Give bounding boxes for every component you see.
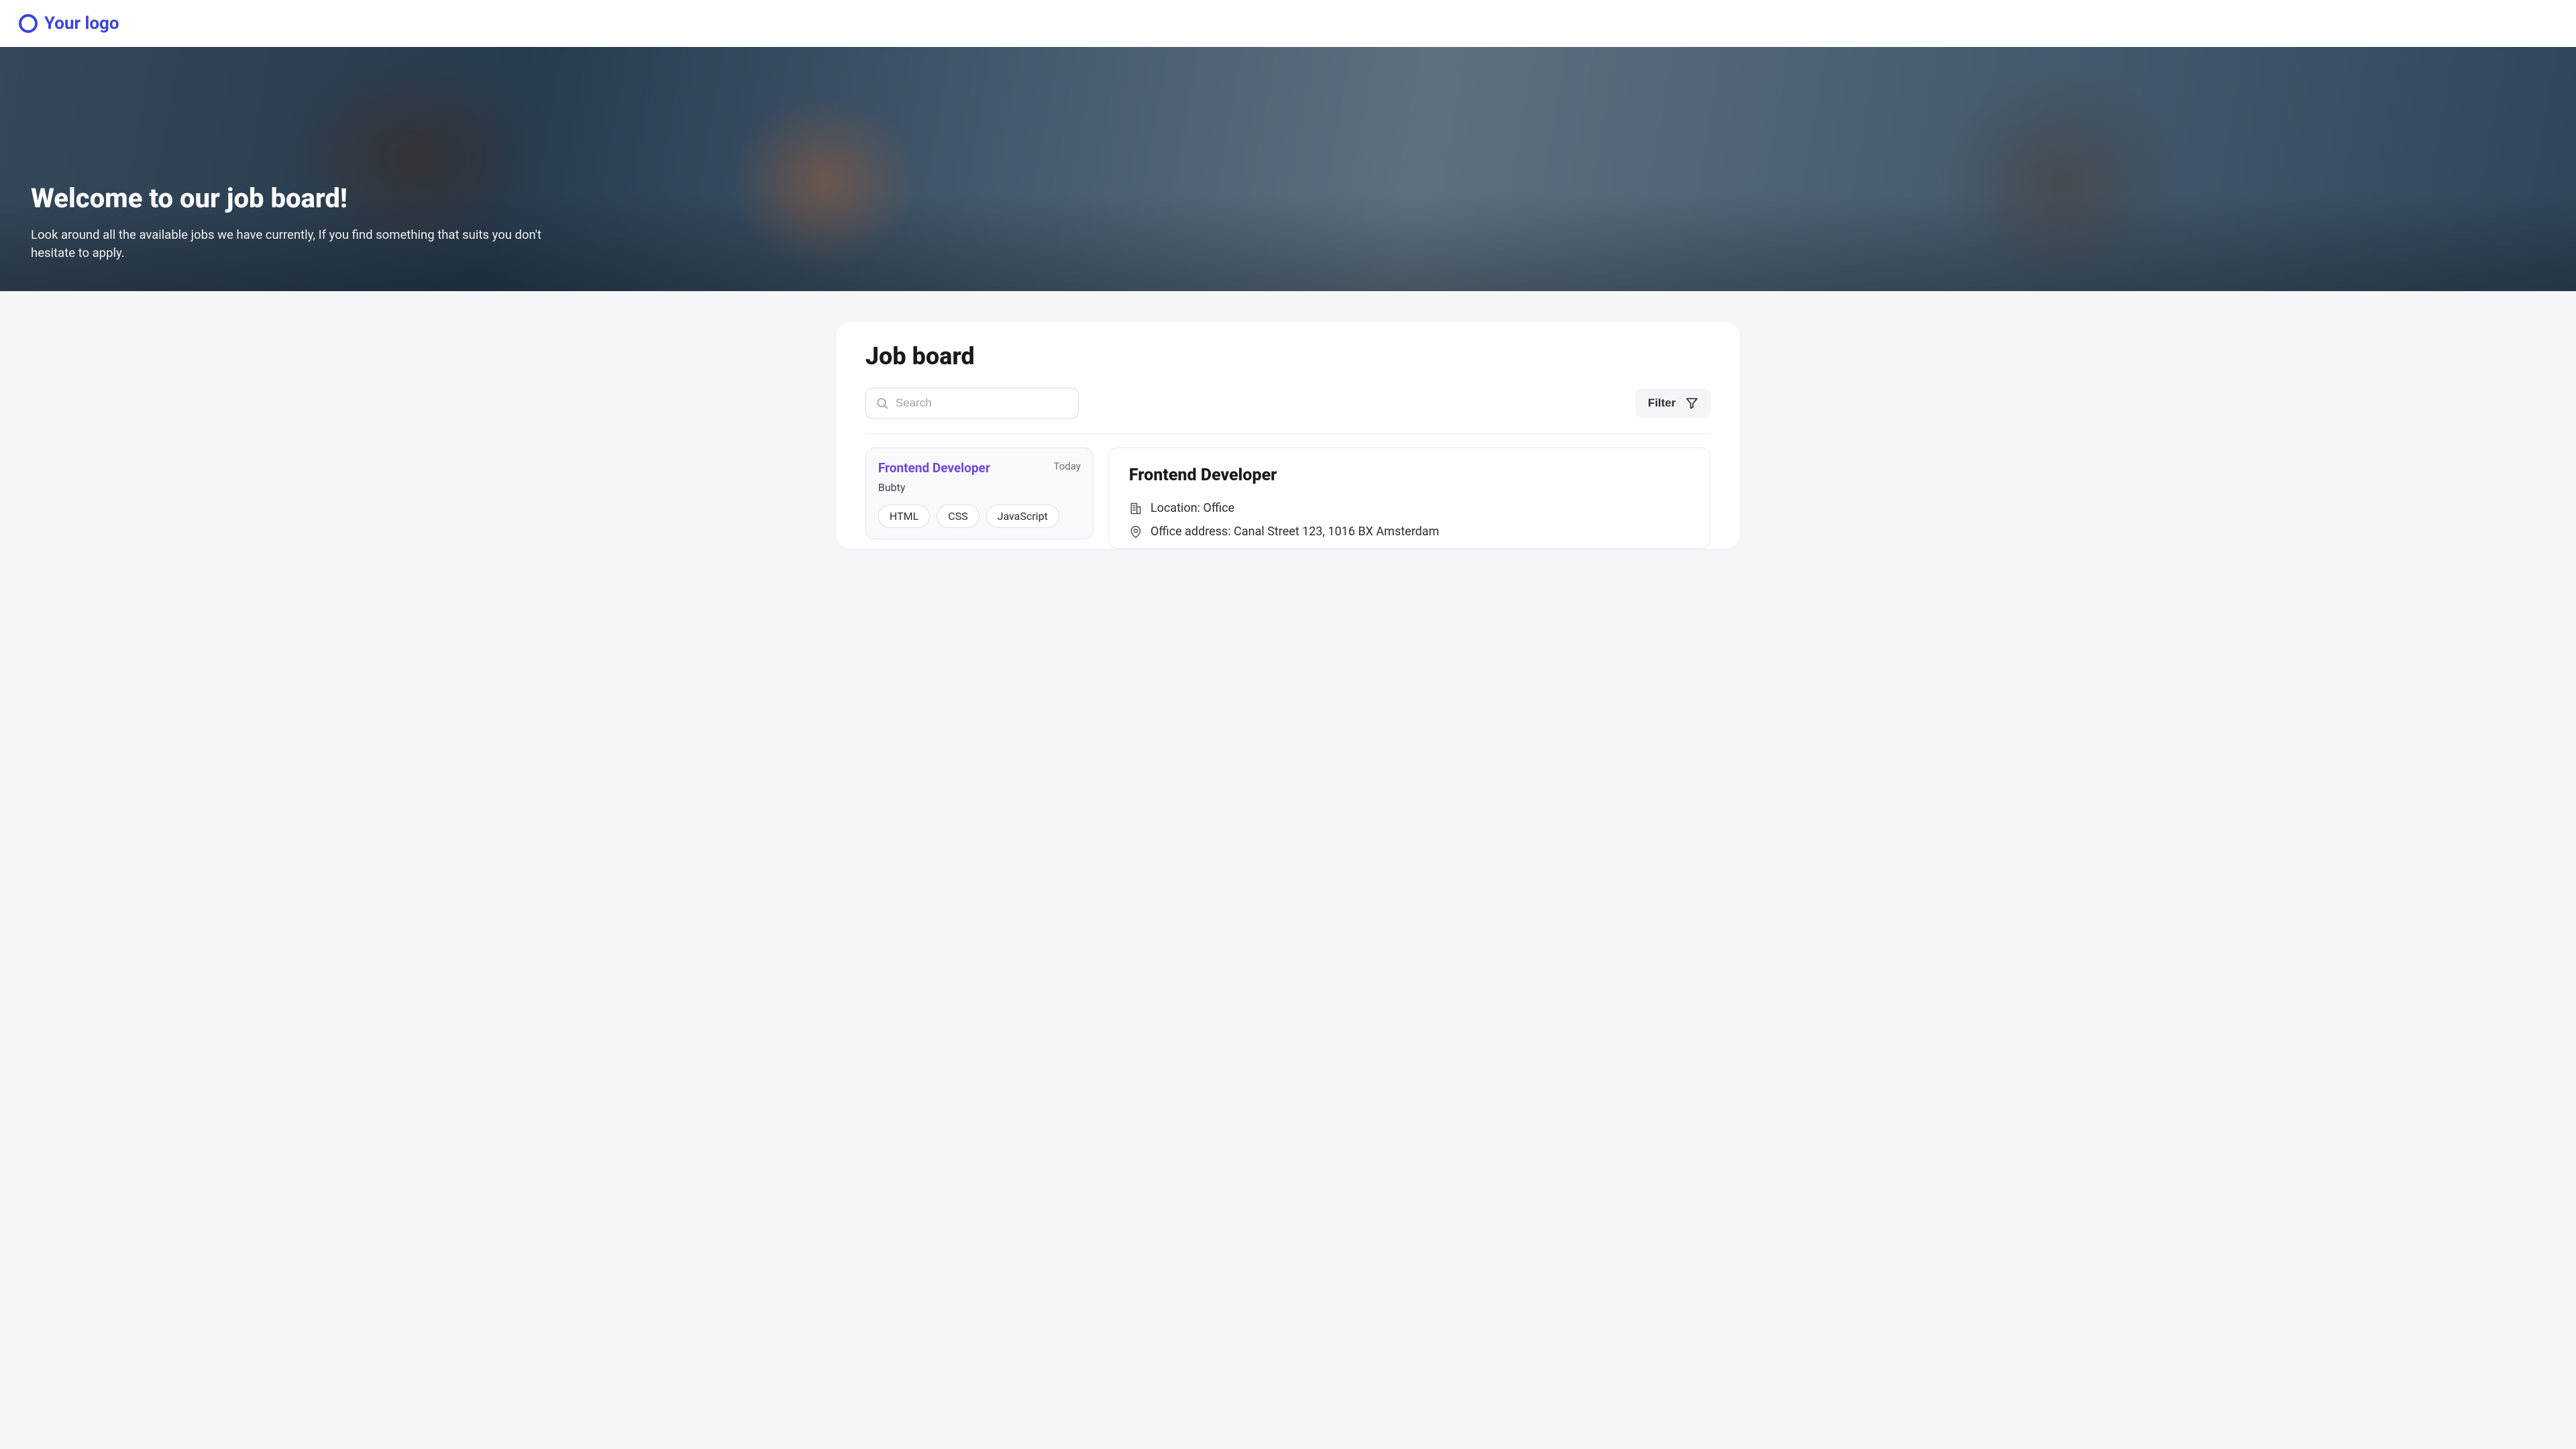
filter-label: Filter — [1648, 396, 1676, 410]
job-card-date: Today — [1054, 460, 1081, 472]
map-pin-icon — [1129, 525, 1142, 539]
board-toolbar: Filter — [865, 388, 1711, 434]
search-input-wrapper[interactable] — [865, 388, 1079, 419]
hero-title: Welcome to our job board! — [31, 182, 581, 214]
skill-tag: HTML — [878, 504, 930, 528]
building-icon — [1129, 502, 1142, 515]
detail-title: Frontend Developer — [1129, 466, 1690, 485]
logo-icon — [19, 14, 38, 33]
search-input[interactable] — [896, 396, 1069, 410]
app-header: Your logo — [0, 0, 2576, 47]
hero-subtitle: Look around all the available jobs we ha… — [31, 226, 581, 264]
skill-tag: JavaScript — [986, 504, 1059, 528]
job-card[interactable]: Frontend Developer Today Bubty HTML CSS … — [865, 447, 1093, 539]
board-title: Job board — [865, 342, 1711, 370]
job-board-panel: Job board Filter Frontend Developer Toda… — [836, 322, 1740, 549]
search-icon — [875, 396, 889, 410]
detail-location-text: Location: Office — [1150, 501, 1234, 515]
detail-location-row: Location: Office — [1129, 501, 1690, 515]
detail-address-row: Office address: Canal Street 123, 1016 B… — [1129, 525, 1690, 539]
logo-text: Your logo — [44, 13, 119, 34]
job-detail-panel: Frontend Developer Location: Office Offi… — [1108, 447, 1711, 549]
filter-icon — [1685, 396, 1699, 410]
filter-button[interactable]: Filter — [1635, 388, 1711, 418]
job-card-tags: HTML CSS JavaScript — [878, 504, 1081, 528]
detail-address-text: Office address: Canal Street 123, 1016 B… — [1150, 525, 1439, 539]
job-card-title: Frontend Developer — [878, 460, 990, 476]
hero-banner: Welcome to our job board! Look around al… — [0, 47, 2576, 291]
job-card-company: Bubty — [878, 481, 1081, 494]
job-list: Frontend Developer Today Bubty HTML CSS … — [865, 447, 1093, 549]
skill-tag: CSS — [936, 504, 979, 528]
